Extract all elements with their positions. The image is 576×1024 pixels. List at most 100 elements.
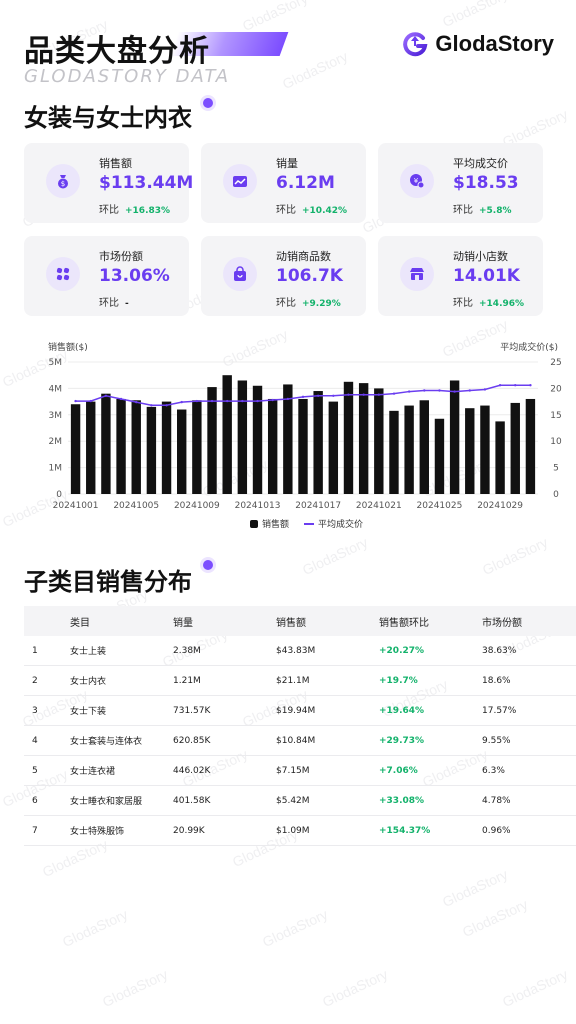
kpi-change-value: +14.96% — [479, 299, 525, 309]
watermark-text: GlodaStory — [499, 965, 571, 1011]
avg-price-point — [271, 398, 274, 402]
table-row: 6 女士睡衣和家居服 401.58K $5.42M +33.08% 4.78% — [24, 786, 576, 816]
cell-volume: 1.21M — [173, 675, 201, 686]
kpi-label: 销量 — [276, 157, 298, 170]
table-row: 1 女士上装 2.38M $43.83M +20.27% 38.63% — [24, 636, 576, 666]
shopping-bag-icon — [223, 257, 257, 291]
bar — [192, 400, 202, 494]
table-row: 4 女士套装与连体衣 620.85K $10.84M +29.73% 9.55% — [24, 726, 576, 756]
avg-price-point — [286, 397, 290, 401]
avg-price-point — [529, 384, 532, 387]
cell-volume: 2.38M — [173, 645, 201, 656]
kpi-value: 106.7K — [276, 266, 343, 286]
bar — [328, 401, 339, 494]
sub-brand-text: GLODASTORY DATA — [24, 66, 231, 87]
bar — [389, 410, 399, 494]
cell-category: 女士上装 — [70, 647, 107, 657]
header-cell-market-share: 市场份额 — [482, 617, 522, 629]
kpi-change: 环比 +9.29% — [276, 294, 341, 309]
y-tick-label-left: 2M — [49, 437, 63, 447]
sales-chart-svg: 销售额($) 平均成交价($) 0 1M 2M 3M 4M 5M 0 5 10 15 20 25 20241… — [48, 341, 562, 530]
bar — [116, 398, 126, 494]
kpi-label: 销售额 — [99, 157, 132, 170]
page-header: 品类大盘分析 GLODASTORY DATA GlodaStory — [24, 26, 554, 90]
kpi-label: 平均成交价 — [453, 157, 508, 170]
avg-price-point — [256, 399, 259, 403]
table-body: 1 女士上装 2.38M $43.83M +20.27% 38.63% 2 女士内衣 1.21M… — [24, 636, 576, 846]
bar — [101, 393, 111, 494]
kpi-value: $113.44M — [99, 173, 194, 193]
kpi-change-value: +5.8% — [479, 206, 512, 216]
cell-rank: 1 — [32, 645, 38, 656]
avg-price-point — [347, 393, 350, 396]
y-tick-label-right: 10 — [550, 437, 562, 447]
bar — [298, 398, 308, 494]
bar — [434, 418, 445, 494]
cell-sales: $1.09M — [276, 825, 310, 836]
cell-rank: 3 — [32, 705, 38, 716]
bar — [146, 406, 157, 494]
kpi-change-label: 环比 — [99, 205, 119, 216]
kpi-card: 销量 6.12M 环比 +10.42% — [201, 143, 366, 223]
avg-price-point — [180, 400, 183, 404]
kpi-change-value: +9.29% — [302, 299, 341, 309]
cell-rank: 7 — [32, 825, 38, 836]
cell-sales: $43.83M — [276, 645, 316, 656]
kpi-card: 动销小店数 14.01K 环比 +14.96% — [378, 236, 543, 316]
bar — [237, 380, 248, 494]
kpi-change: 环比 +10.42% — [276, 201, 347, 216]
table-row: 2 女士内衣 1.21M $21.1M +19.7% 18.6% — [24, 666, 576, 696]
kpi-card: $ 销售额 $113.44M 环比 +16.83% — [24, 143, 193, 223]
category-title-dot — [203, 98, 213, 108]
bar — [480, 405, 490, 494]
y-tick-label-right: 5 — [553, 464, 559, 474]
avg-price-point — [362, 393, 365, 396]
avg-price-point — [498, 384, 502, 387]
x-tick-label: 20241013 — [235, 501, 281, 511]
cell-market-share: 4.78% — [482, 795, 511, 806]
kpi-change: 环比 +14.96% — [453, 294, 524, 309]
watermark-text: GlodaStory — [459, 895, 531, 941]
bar — [131, 400, 141, 494]
bar — [267, 398, 278, 494]
kpi-card: 市场份额 13.06% 环比 - — [24, 236, 189, 316]
kpi-change-label: 环比 — [276, 205, 296, 216]
glodastory-logo-icon — [403, 32, 428, 57]
avg-price-point — [468, 389, 471, 392]
sales-chart: 销售额($) 平均成交价($) 0 1M 2M 3M 4M 5M 0 5 10 15 20 25 20241… — [40, 336, 568, 536]
avg-price-point — [104, 394, 108, 397]
header-cell-sales: 销售额 — [276, 617, 306, 629]
avg-price-point — [332, 394, 335, 397]
bar — [525, 398, 536, 494]
y-tick-label-left: 4M — [49, 384, 63, 394]
avg-price-point — [150, 404, 153, 407]
cell-sales: $10.84M — [276, 735, 316, 746]
bar — [313, 391, 323, 494]
avg-price-point — [241, 399, 244, 403]
cell-sales-change: +19.64% — [379, 705, 425, 716]
avg-price-point — [135, 400, 138, 404]
brand-logo: GlodaStory — [401, 30, 554, 58]
cell-rank: 4 — [32, 735, 38, 746]
kpi-value: 14.01K — [453, 266, 520, 286]
page-title: 品类大盘分析 — [24, 34, 210, 69]
bar — [374, 388, 384, 494]
bar — [358, 383, 369, 494]
x-tick-label: 20241017 — [295, 501, 341, 511]
bar — [419, 400, 429, 494]
bar — [86, 401, 96, 494]
logo-text: GlodaStory — [435, 31, 554, 56]
store-icon — [400, 257, 434, 291]
avg-price-point — [316, 394, 320, 397]
y-tick-label-right: 15 — [550, 411, 561, 421]
y-tick-label-left: 5M — [49, 358, 63, 368]
watermark-text: GlodaStory — [259, 905, 331, 951]
bar — [161, 401, 172, 494]
kpi-change-value: +10.42% — [302, 206, 348, 216]
kpi-value: $18.53 — [453, 173, 519, 193]
subcategory-table: 类目 销量 销售额 销售额环比 市场份额 1 女士上装 2.38M $43.83M +2… — [24, 606, 576, 846]
money-bag-icon: $ — [46, 164, 80, 198]
share-grid-icon — [46, 257, 80, 291]
y-tick-label-right: 25 — [550, 358, 561, 368]
cell-market-share: 6.3% — [482, 765, 505, 776]
